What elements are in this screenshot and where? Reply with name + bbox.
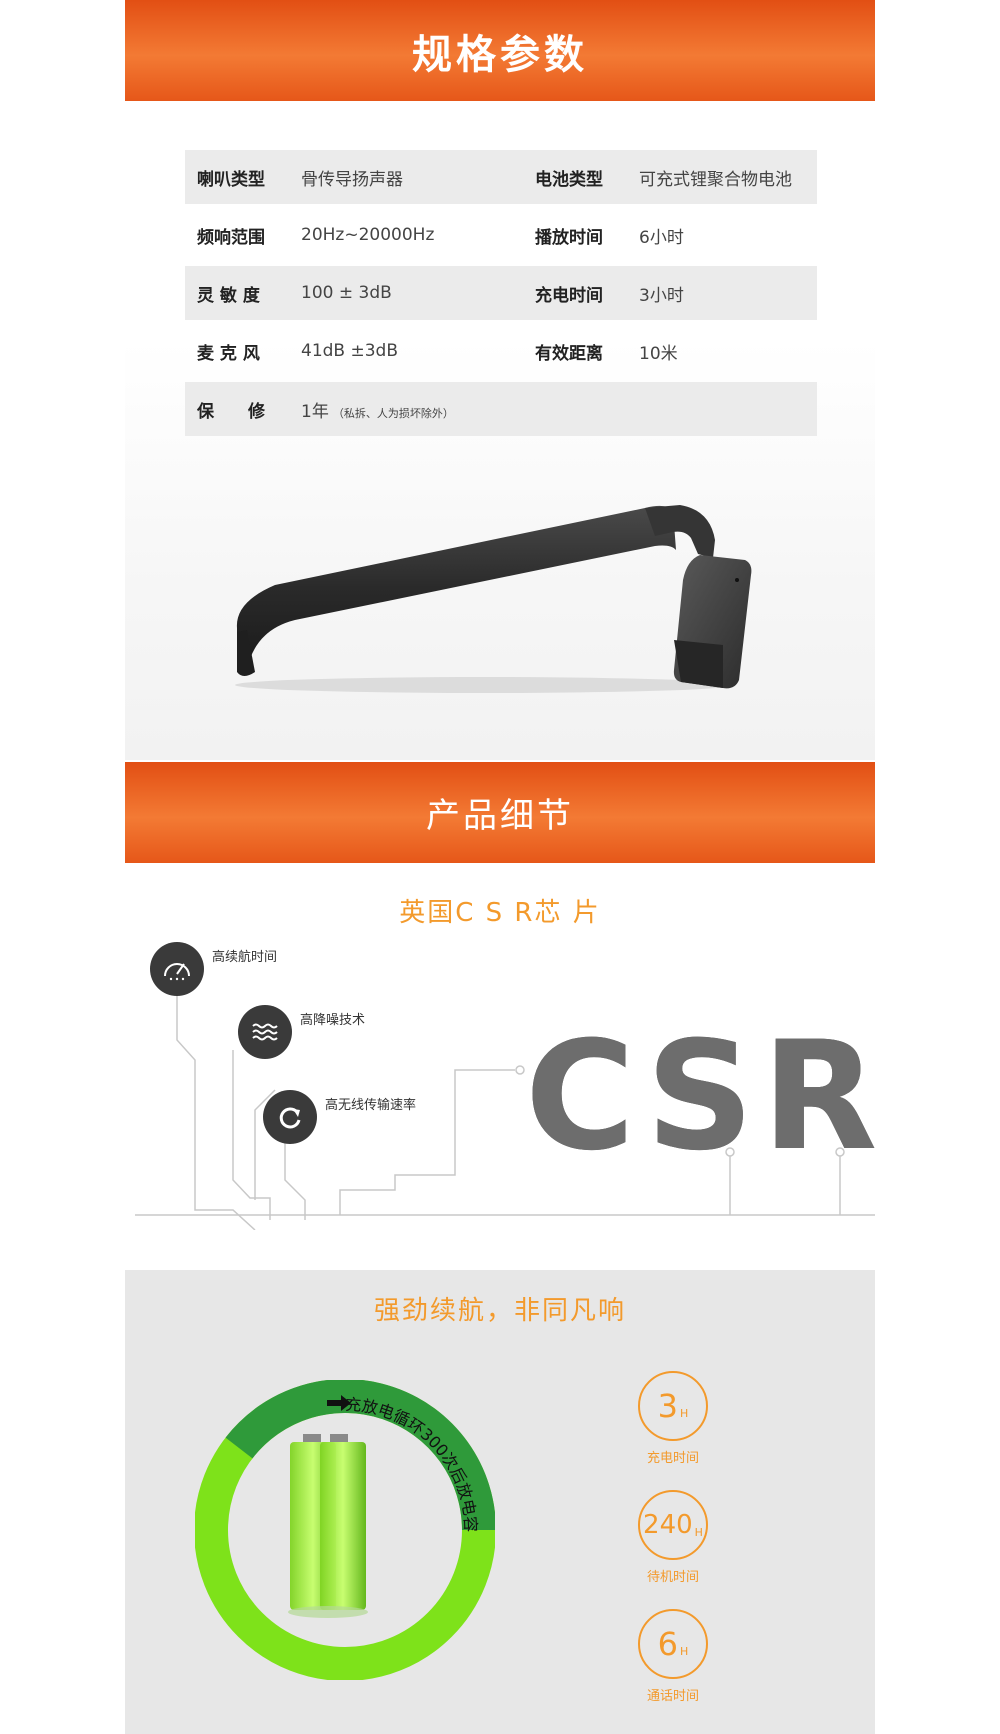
spec-key: 电池类型 bbox=[535, 169, 603, 190]
spec-key: 充电时间 bbox=[535, 285, 603, 306]
specs-title: 规格参数 bbox=[412, 31, 588, 78]
spec-row: 麦 克 风 41dB ±3dB 有效距离 10米 bbox=[185, 324, 817, 378]
spec-row: 灵 敏 度 100 ± 3dB 充电时间 3小时 bbox=[185, 266, 817, 320]
spec-key: 频响范围 bbox=[197, 227, 265, 248]
spec-key: 保 修 bbox=[197, 401, 265, 422]
feature-battery-life: 高续航时间 bbox=[150, 942, 277, 996]
feature-noise-reduction: 高降噪技术 bbox=[238, 1005, 365, 1059]
gauge-icon bbox=[150, 942, 204, 996]
spec-value: 3小时 bbox=[639, 285, 684, 306]
spec-table: 喇叭类型 骨传导扬声器 电池类型 可充式锂聚合物电池 频响范围 20Hz~200… bbox=[185, 150, 817, 440]
stat-label: 通话时间 bbox=[646, 1689, 699, 1704]
detail-title: 产品细节 bbox=[426, 796, 574, 836]
spec-key: 喇叭类型 bbox=[197, 169, 265, 190]
detail-banner: 产品细节 bbox=[125, 762, 875, 863]
spec-value: 10米 bbox=[639, 343, 678, 364]
spec-value: 20Hz~20000Hz bbox=[301, 225, 435, 245]
feature-label: 高无线传输速率 bbox=[325, 1097, 417, 1113]
stat-talk-time: 6H 通话时间 bbox=[638, 1609, 708, 1704]
refresh-icon bbox=[263, 1090, 317, 1144]
spec-key: 麦 克 风 bbox=[197, 343, 260, 364]
product-page: 规格参数 喇叭类型 骨传导扬声器 电池类型 可充式锂聚合物电池 频响范围 20H… bbox=[125, 0, 877, 1734]
csr-logo: CSR bbox=[525, 1010, 886, 1184]
spec-value: 100 ± 3dB bbox=[301, 283, 392, 303]
stat-charge-time: 3H 充电时间 bbox=[638, 1371, 708, 1466]
spec-key: 有效距离 bbox=[535, 343, 603, 364]
chip-title: 英国C S R芯 片 bbox=[399, 898, 601, 928]
spec-key: 播放时间 bbox=[535, 227, 603, 248]
spec-value: 1年 （私拆、人为损坏除外） bbox=[301, 401, 454, 422]
spec-row: 频响范围 20Hz~20000Hz 播放时间 6小时 bbox=[185, 208, 817, 262]
warranty-note: （私拆、人为损坏除外） bbox=[332, 406, 454, 420]
spec-value: 骨传导扬声器 bbox=[301, 169, 403, 190]
spec-row: 保 修 1年 （私拆、人为损坏除外） bbox=[185, 382, 817, 436]
spec-value: 41dB ±3dB bbox=[301, 341, 399, 361]
specs-banner: 规格参数 bbox=[125, 0, 875, 101]
feature-label: 高降噪技术 bbox=[300, 1012, 366, 1028]
spec-key: 灵 敏 度 bbox=[197, 285, 260, 306]
stat-standby-time: 240 H 待机时间 bbox=[638, 1490, 708, 1585]
spec-value: 可充式锂聚合物电池 bbox=[639, 169, 792, 190]
battery-cycle-ring: 充放电循环300次后放电容量>80% bbox=[195, 1380, 495, 1680]
feature-wireless-rate: 高无线传输速率 bbox=[263, 1090, 416, 1144]
stat-label: 充电时间 bbox=[646, 1451, 699, 1466]
stat-label: 待机时间 bbox=[646, 1570, 699, 1585]
spec-row: 喇叭类型 骨传导扬声器 电池类型 可充式锂聚合物电池 bbox=[185, 150, 817, 204]
wave-icon bbox=[238, 1005, 292, 1059]
spec-value: 6小时 bbox=[639, 227, 684, 248]
feature-label: 高续航时间 bbox=[212, 949, 278, 965]
battery-title: 强劲续航，非同凡响 bbox=[373, 1296, 626, 1326]
